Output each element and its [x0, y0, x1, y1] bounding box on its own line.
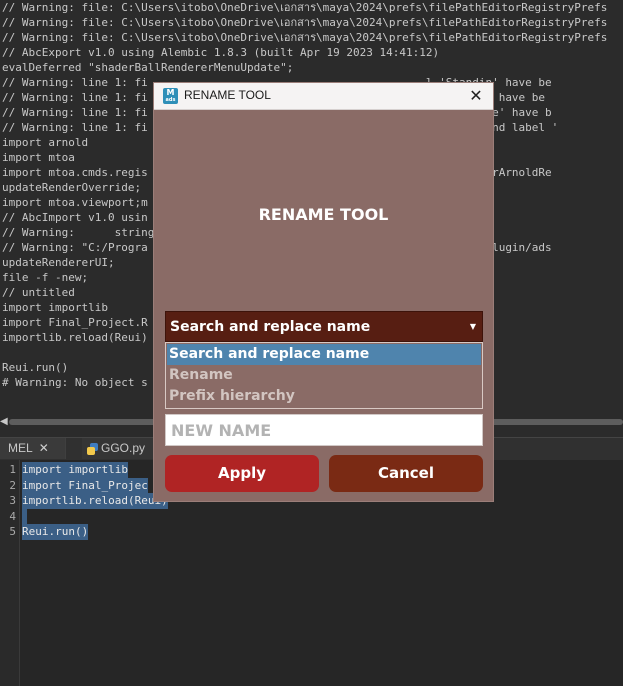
- mode-option-search-replace[interactable]: Search and replace name: [167, 344, 481, 365]
- close-tab-icon[interactable]: ✕: [39, 438, 49, 459]
- log-line: file -f -new;: [2, 271, 89, 284]
- tool-heading: RENAME TOOL: [258, 205, 389, 224]
- mode-option-rename[interactable]: Rename: [167, 365, 481, 386]
- mode-dropdown[interactable]: Search and replace name ▼: [165, 311, 483, 342]
- log-line: evalDeferred "shaderBallRendererMenuUpda…: [2, 61, 294, 74]
- log-line: updateRenderOverride;: [2, 181, 142, 194]
- log-line: import importlib: [2, 301, 108, 314]
- new-name-input[interactable]: [165, 414, 483, 446]
- log-line: // Warning: file: C:\Users\itobo\OneDriv…: [2, 31, 608, 44]
- line-number: 4: [9, 509, 16, 523]
- tab-label: MEL: [8, 441, 33, 455]
- line-number-gutter: 1 2 3 4 5: [0, 460, 20, 686]
- cancel-button[interactable]: Cancel: [329, 455, 483, 492]
- tab-mel[interactable]: MEL ✕: [0, 438, 66, 459]
- log-line: updateRendererUI;: [2, 256, 115, 269]
- log-line: import Final_Project.R: [2, 316, 148, 329]
- log-line: // AbcImport v1.0 usin: [2, 211, 148, 224]
- line-number: 5: [9, 525, 16, 538]
- log-line: import mtoa: [2, 151, 75, 164]
- log-line: // untitled: [2, 286, 75, 299]
- log-line: import arnold: [2, 136, 89, 149]
- line-number: 1: [9, 463, 16, 476]
- app-icon-subtext: ads: [165, 97, 176, 103]
- code-line[interactable]: importlib.reload(Reui): [22, 493, 168, 509]
- code-line[interactable]: Reui.run(): [22, 524, 89, 540]
- log-line: // Warning: file: C:\Users\itobo\OneDriv…: [2, 1, 608, 14]
- tab-label: GGO.py: [100, 441, 145, 455]
- code-line[interactable]: [22, 508, 27, 524]
- code-line[interactable]: import Final_Projec: [22, 477, 148, 493]
- dialog-title: RENAME TOOL: [184, 88, 271, 102]
- log-line: // Warning: string: [2, 226, 155, 239]
- code-line[interactable]: import importlib: [22, 462, 128, 478]
- maya-app-icon: M ads: [163, 88, 178, 104]
- mode-dropdown-value: Search and replace name: [170, 319, 371, 335]
- mode-dropdown-list: Search and replace name Rename Prefix hi…: [165, 342, 483, 409]
- apply-button[interactable]: Apply: [165, 455, 319, 492]
- tab-python[interactable]: GGO.py: [82, 438, 154, 459]
- log-line: Reui.run(): [2, 361, 69, 374]
- mode-option-prefix-hierarchy[interactable]: Prefix hierarchy: [167, 386, 481, 407]
- scroll-left-arrow-icon[interactable]: ◀: [0, 416, 8, 427]
- rename-tool-dialog: M ads RENAME TOOL ✕ RENAME TOOL Search a…: [153, 82, 494, 502]
- line-number: 3: [9, 494, 16, 507]
- log-line: # Warning: No object s: [2, 376, 148, 389]
- line-number: 2: [9, 478, 16, 492]
- log-line: // AbcExport v1.0 using Alembic 1.8.3 (b…: [2, 46, 440, 59]
- log-line: // Warning: file: C:\Users\itobo\OneDriv…: [2, 16, 608, 29]
- dialog-titlebar[interactable]: M ads RENAME TOOL ✕: [154, 83, 493, 110]
- app-icon-letter: M: [166, 88, 175, 97]
- log-line: import mtoa.viewport;m: [2, 196, 148, 209]
- python-icon: [86, 442, 98, 455]
- log-line: importlib.reload(Reui): [2, 331, 148, 344]
- close-icon[interactable]: ✕: [465, 85, 487, 107]
- chevron-down-icon[interactable]: ▼: [470, 312, 476, 342]
